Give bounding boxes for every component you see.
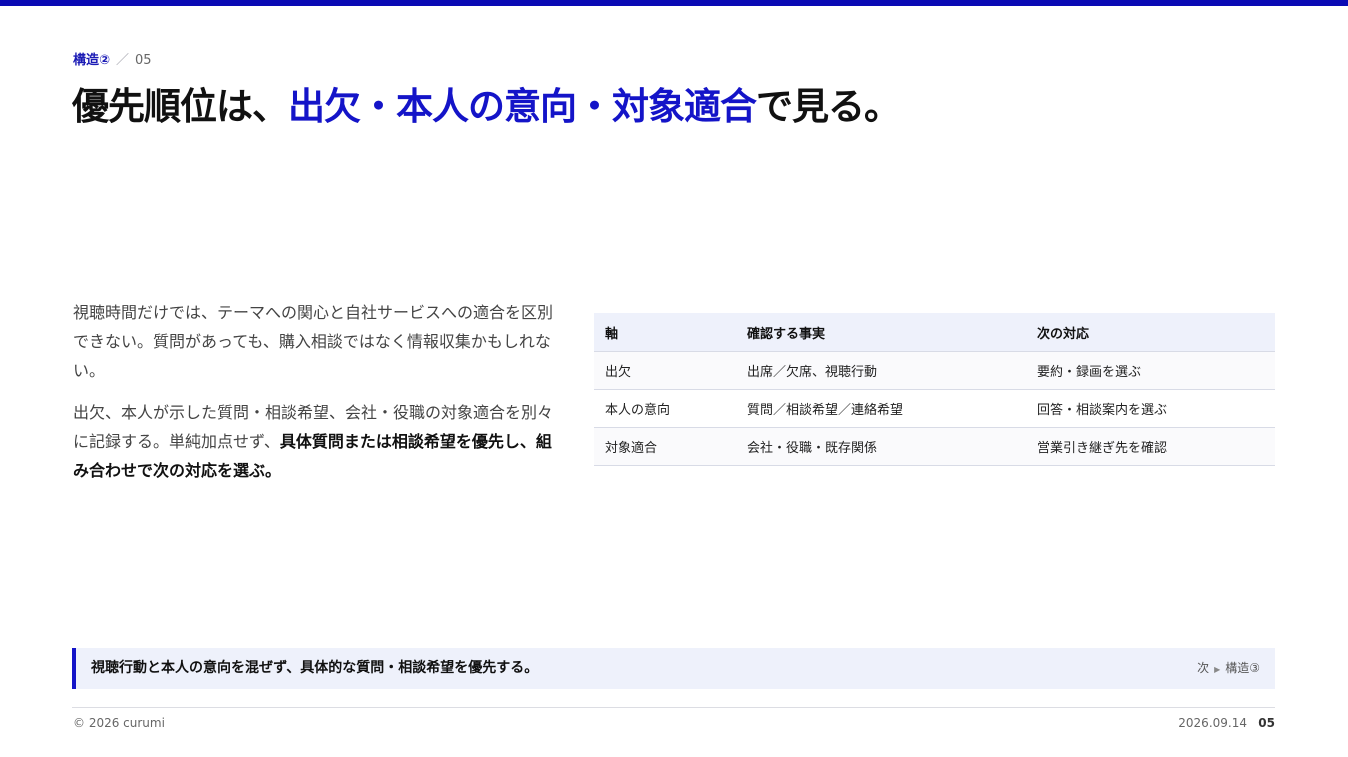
table-cell: 質問／相談希望／連絡希望	[736, 389, 1026, 428]
table-cell: 出席／欠席、視聴行動	[736, 351, 1026, 390]
next-label: 次	[1197, 661, 1210, 675]
title-highlight: 出欠・本人の意向・対象適合	[288, 85, 757, 128]
table-row: 本人の意向 質問／相談希望／連絡希望 回答・相談案内を選ぶ	[594, 389, 1275, 428]
breadcrumb: 構造② ／ 05	[73, 52, 152, 70]
breadcrumb-separator: ／	[116, 53, 130, 68]
title-suffix: で見る。	[756, 85, 901, 128]
table-header-next-action: 次の対応	[1026, 313, 1275, 352]
next-target: 構造③	[1225, 661, 1260, 675]
next-section-link[interactable]: 次 ▶ 構造③	[1197, 660, 1260, 678]
breadcrumb-page: 05	[135, 53, 152, 68]
table-cell: 会社・役職・既存関係	[736, 427, 1026, 466]
play-arrow-icon: ▶	[1214, 665, 1221, 674]
copyright: © 2026 curumi	[73, 716, 165, 730]
footer-divider	[72, 707, 1275, 708]
footer-page-number: 05	[1258, 716, 1275, 730]
table-header-row: 軸 確認する事実 次の対応	[594, 313, 1275, 352]
table-cell: 回答・相談案内を選ぶ	[1026, 389, 1275, 428]
table-header-axis: 軸	[594, 313, 736, 352]
footer-date: 2026.09.14	[1178, 716, 1247, 730]
table-cell: 要約・録画を選ぶ	[1026, 351, 1275, 390]
top-accent-bar	[0, 0, 1348, 6]
table-header-facts: 確認する事実	[736, 313, 1026, 352]
table-row: 出欠 出席／欠席、視聴行動 要約・録画を選ぶ	[594, 351, 1275, 390]
table-cell: 営業引き継ぎ先を確認	[1026, 427, 1275, 466]
summary-callout: 視聴行動と本人の意向を混ぜず、具体的な質問・相談希望を優先する。 次 ▶ 構造③	[72, 648, 1275, 689]
section-label: 構造②	[73, 53, 111, 68]
table-cell: 対象適合	[594, 427, 736, 466]
body-paragraph-1: 視聴時間だけでは、テーマへの関心と自社サービスへの適合を区別できない。質問があっ…	[73, 303, 554, 380]
body-paragraph-2: 出欠、本人が示した質問・相談希望、会社・役職の対象適合を別々に記録する。単純加点…	[73, 398, 558, 485]
table-row: 対象適合 会社・役職・既存関係 営業引き継ぎ先を確認	[594, 427, 1275, 466]
priority-table: 軸 確認する事実 次の対応 出欠 出席／欠席、視聴行動 要約・録画を選ぶ 本人の…	[594, 313, 1275, 466]
page-title: 優先順位は、出欠・本人の意向・対象適合で見る。	[72, 84, 901, 130]
table-cell: 本人の意向	[594, 389, 736, 428]
table-cell: 出欠	[594, 351, 736, 390]
callout-message: 視聴行動と本人の意向を混ぜず、具体的な質問・相談希望を優先する。	[91, 660, 539, 676]
body-text: 視聴時間だけでは、テーマへの関心と自社サービスへの適合を区別できない。質問があっ…	[73, 298, 558, 498]
title-prefix: 優先順位は、	[72, 85, 289, 128]
